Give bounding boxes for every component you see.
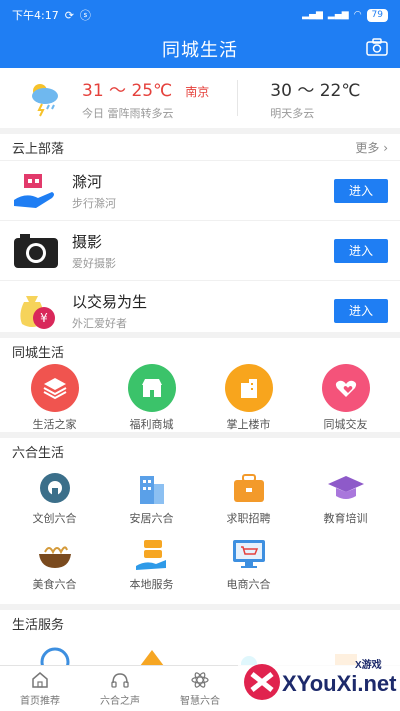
- item-label: 本地服务: [129, 578, 174, 591]
- battery-indicator: 79: [366, 8, 388, 22]
- section-title: 生活服务: [12, 617, 65, 633]
- liuhe-item[interactable]: 教育培训: [301, 470, 391, 526]
- camera-icon[interactable]: [366, 38, 388, 56]
- signal-icon-2: ▂▄▆: [327, 10, 349, 20]
- item-label: 电商六合: [226, 578, 271, 591]
- tribe-subtitle: 爱好摄影: [72, 256, 116, 270]
- service-icon-1[interactable]: [40, 646, 70, 666]
- city-name: 南京: [185, 84, 210, 99]
- noodle-bowl-icon: [38, 546, 71, 568]
- tribe-item[interactable]: ¥ 以交易为生 外汇爱好者 进入: [0, 280, 400, 340]
- svg-text:¥: ¥: [40, 311, 48, 325]
- city-life-section: 同城生活 生活之家 福利商城 掌上楼市 同城交友: [0, 338, 400, 432]
- join-button[interactable]: 进入: [334, 238, 388, 263]
- thunderstorm-icon: [32, 84, 58, 117]
- signal-icon: ▂▄▆: [302, 10, 323, 20]
- tab-label: 六合之声: [100, 696, 140, 707]
- watermark-text: XYouXi.net: [282, 671, 397, 696]
- city-life-item[interactable]: 同城交友: [301, 364, 391, 432]
- liuhe-item[interactable]: 求职招聘: [204, 470, 294, 526]
- watermark-small-text: X游戏: [355, 660, 382, 671]
- liuhe-life-section: 六合生活 文创六合 安居六合 求职招聘 教育培训 美食六合 本地服务 电商六合: [0, 438, 400, 604]
- tab-label: 智慧六合: [180, 696, 220, 707]
- item-label: 美食六合: [32, 578, 77, 591]
- item-label: 同城交友: [323, 418, 368, 431]
- store-icon: [127, 364, 176, 412]
- city-life-item[interactable]: 掌上楼市: [204, 364, 294, 432]
- liuhe-item[interactable]: 文创六合: [10, 470, 100, 526]
- join-button[interactable]: 进入: [334, 178, 388, 203]
- building-icon: [224, 364, 273, 412]
- tribe-name: 摄影: [72, 232, 103, 251]
- money-bag-icon: ¥: [20, 295, 55, 329]
- liuhe-life-header: 六合生活: [0, 438, 400, 464]
- camera-photo-icon: [14, 233, 58, 268]
- tribe-name: 滁河: [72, 172, 103, 191]
- tribe-item[interactable]: 滁河 步行滁河 进入: [0, 160, 400, 220]
- monitor-cart-icon: [232, 540, 265, 568]
- liuhe-item[interactable]: 安居六合: [107, 470, 197, 526]
- item-label: 生活之家: [32, 418, 77, 431]
- service-icon-2[interactable]: [137, 646, 167, 666]
- item-label: 文创六合: [32, 512, 77, 525]
- tomorrow-weather: 30 ～ 22℃ 明天多云: [270, 76, 360, 121]
- today-description: 今日 雷阵雨转多云: [82, 106, 174, 120]
- tribe-item[interactable]: 摄影 爱好摄影 进入: [0, 220, 400, 280]
- more-link[interactable]: 更多 ›: [355, 139, 388, 156]
- tomorrow-temperature: 30 ～ 22℃: [270, 80, 361, 101]
- city-life-item[interactable]: 福利商城: [107, 364, 197, 432]
- liuhe-item[interactable]: 电商六合: [204, 536, 294, 592]
- liuhe-item[interactable]: 本地服务: [107, 536, 197, 592]
- item-label: 求职招聘: [226, 512, 271, 525]
- tribe-subtitle: 外汇爱好者: [72, 316, 127, 330]
- atom-icon: [191, 672, 209, 688]
- page-title: 同城生活: [162, 40, 238, 61]
- item-label: 福利商城: [129, 418, 174, 431]
- weather-panel[interactable]: 31 ～ 25℃ 南京 今日 雷阵雨转多云 30 ～ 22℃ 明天多云: [0, 68, 400, 128]
- tab-home[interactable]: 首页推荐: [0, 666, 80, 711]
- tab-smart[interactable]: 智慧六合: [160, 666, 240, 711]
- city-life-item[interactable]: 生活之家: [10, 364, 100, 432]
- status-time: 下午4:17: [12, 9, 59, 22]
- item-label: 掌上楼市: [226, 418, 271, 431]
- tomorrow-description: 明天多云: [270, 106, 315, 120]
- hearts-icon: [321, 364, 370, 412]
- item-label: 安居六合: [129, 512, 174, 525]
- graduation-cap-icon: [327, 476, 364, 499]
- briefcase-icon: [233, 474, 264, 502]
- section-title: 云上部落: [12, 141, 65, 157]
- notification-icon: ⓢ: [79, 9, 91, 22]
- city-life-header: 同城生活: [0, 338, 400, 364]
- today-temperature: 31 ～ 25℃: [82, 80, 173, 101]
- weather-divider: [237, 80, 239, 116]
- headphones-icon: [111, 673, 129, 688]
- today-weather: 31 ～ 25℃ 南京 今日 雷阵雨转多云: [82, 76, 209, 121]
- tribe-subtitle: 步行滁河: [72, 196, 116, 210]
- tab-label: 首页推荐: [20, 696, 60, 707]
- layers-icon: [30, 364, 79, 412]
- sync-icon: ⟳: [64, 8, 74, 22]
- home-icon: [32, 672, 48, 688]
- wifi-icon: ◠: [353, 10, 362, 20]
- tribe-section: 云上部落 更多 › 滁河 步行滁河 进入 摄影 爱好摄影 进入 ¥ 以交易为生 …: [0, 134, 400, 332]
- liuhe-item[interactable]: 美食六合: [10, 536, 100, 592]
- apartment-icon: [139, 476, 164, 504]
- item-label: 教育培训: [323, 512, 368, 525]
- join-button[interactable]: 进入: [334, 298, 388, 323]
- tribe-name: 以交易为生: [72, 292, 148, 311]
- section-title: 六合生活: [12, 445, 65, 461]
- hand-avatar-icon: [14, 173, 54, 208]
- tribe-header: 云上部落 更多 ›: [0, 134, 400, 160]
- tab-voice[interactable]: 六合之声: [80, 666, 160, 711]
- section-title: 同城生活: [12, 345, 65, 361]
- services-header: 生活服务: [0, 610, 400, 636]
- service-icon: [135, 540, 166, 570]
- title-bar: 同城生活: [0, 30, 400, 68]
- culture-icon: [39, 473, 70, 503]
- status-bar: 下午4:17 ⟳ ⓢ ▂▄▆ ▂▄▆ ◠ 79: [0, 0, 400, 30]
